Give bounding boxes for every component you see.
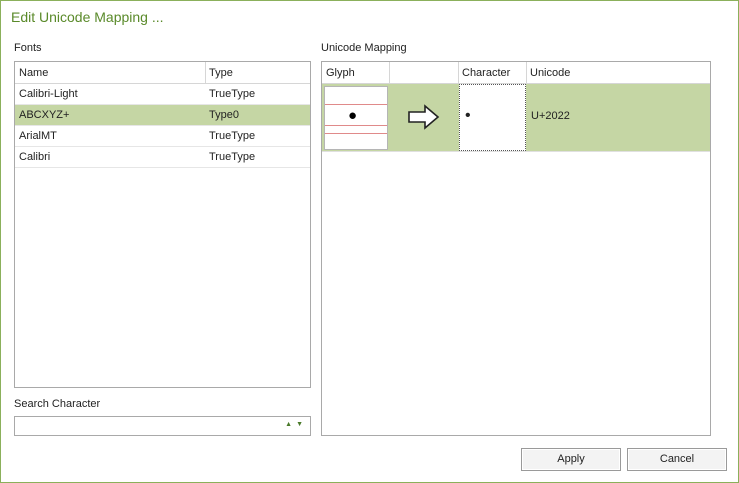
font-name: ABCXYZ+ xyxy=(19,109,70,121)
column-header-arrow xyxy=(389,62,458,84)
font-name: Calibri-Light xyxy=(19,88,78,100)
font-name: ArialMT xyxy=(19,130,57,142)
column-header-glyph[interactable]: Glyph xyxy=(322,62,389,84)
unicode-mapping-label: Unicode Mapping xyxy=(321,42,407,54)
font-type: TrueType xyxy=(209,151,256,163)
table-row-selected[interactable]: ABCXYZ+ Type0 xyxy=(15,105,310,126)
glyph-char: ● xyxy=(348,107,358,124)
table-row[interactable]: Calibri-Light TrueType xyxy=(15,84,310,105)
font-name: Calibri xyxy=(19,151,51,163)
fonts-label: Fonts xyxy=(14,42,42,54)
table-row[interactable]: ArialMT TrueType xyxy=(15,126,310,147)
dialog-title: Edit Unicode Mapping ... xyxy=(11,9,164,25)
table-row[interactable]: Calibri TrueType xyxy=(15,147,310,168)
spin-up-down-icon[interactable]: ▲▼ xyxy=(285,421,307,428)
character-cell[interactable]: • xyxy=(459,84,526,151)
unicode-value: U+2022 xyxy=(531,110,570,122)
font-type: TrueType xyxy=(209,130,256,142)
apply-button[interactable]: Apply xyxy=(521,448,621,471)
mapping-row[interactable]: ● • U+2022 xyxy=(322,84,710,152)
font-type: TrueType xyxy=(209,88,256,100)
column-header-character[interactable]: Character xyxy=(458,62,526,84)
search-character-input[interactable]: ▲▼ xyxy=(14,416,311,436)
column-header-name[interactable]: Name xyxy=(15,62,205,84)
cancel-button[interactable]: Cancel xyxy=(627,448,727,471)
edit-unicode-mapping-dialog: Edit Unicode Mapping ... Fonts Name Type… xyxy=(0,0,739,483)
search-character-label: Search Character xyxy=(14,398,101,410)
font-type: Type0 xyxy=(209,109,239,121)
column-header-unicode[interactable]: Unicode xyxy=(526,62,710,84)
character-value: • xyxy=(465,107,471,124)
column-header-type[interactable]: Type xyxy=(205,62,310,84)
glyph-preview: ● xyxy=(324,86,388,150)
unicode-mapping-table: Glyph Character Unicode ● • U+2022 xyxy=(321,61,711,436)
fonts-table: Name Type Calibri-Light TrueType ABCXYZ+… xyxy=(14,61,311,388)
arrow-right-icon xyxy=(408,104,440,133)
